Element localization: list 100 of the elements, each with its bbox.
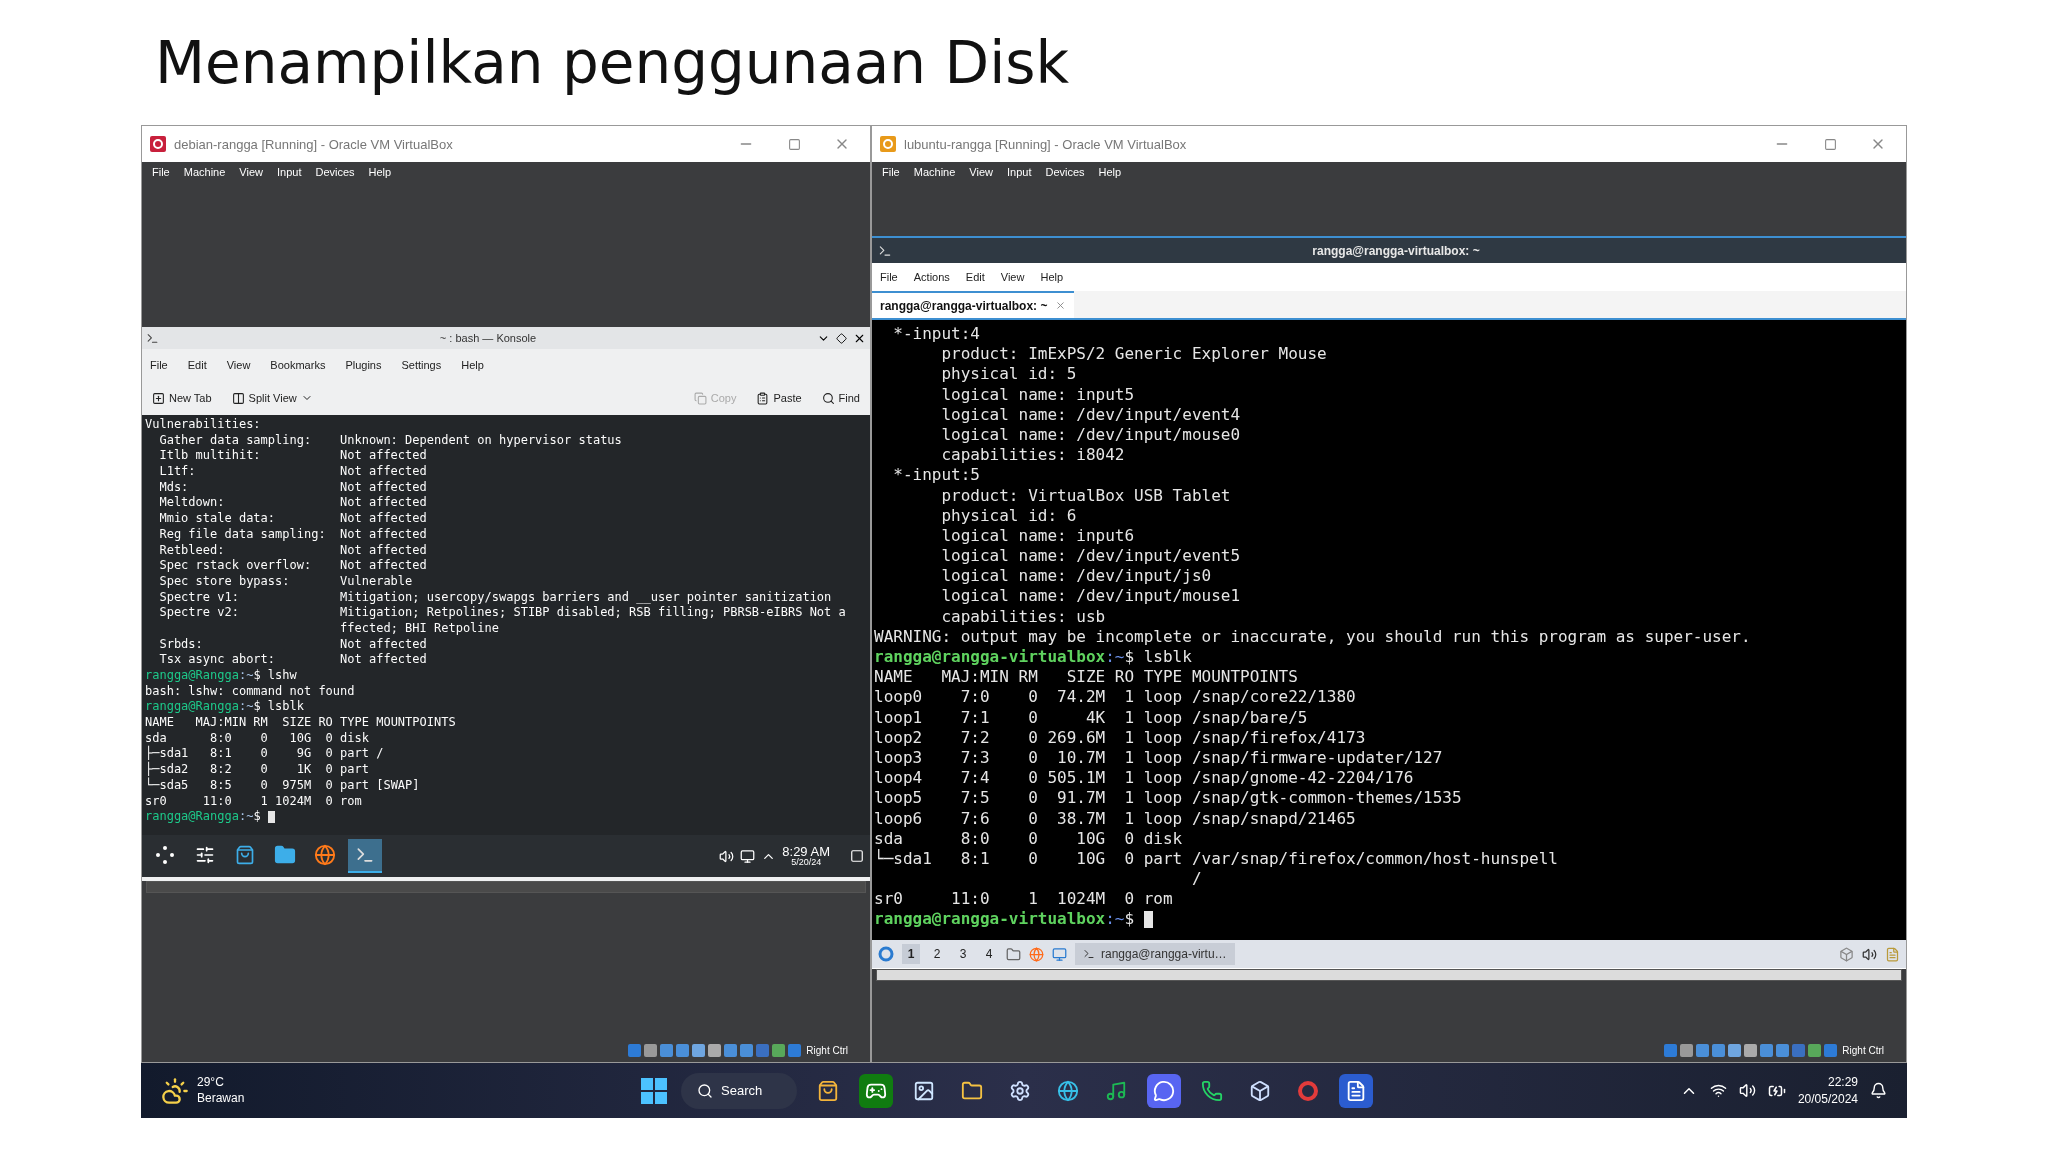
menu-item[interactable]: View [969,166,993,178]
terminal-line: sr0 11:0 1 1024M 0 rom [874,889,1173,910]
columns-icon [231,391,245,405]
diamond-icon[interactable] [836,332,847,344]
prompt-path: :~ [238,809,254,825]
terminal-line: └─sda1 8:1 0 10G 0 part /var/snap/firefox/common/host-hunspell [874,848,1558,870]
terminal-value: Mitigation; Retpolines; STIBP disabled; RSB filling; PBRSB-eIBRS Not a [340,605,846,621]
terminal-line: capabilities: i8042 [940,445,1125,466]
command-text: $ lshw [253,668,297,684]
weather-text: Berawan [197,1090,245,1107]
task-button[interactable]: rangga@rangga-virtu… [1075,943,1235,965]
workspace-button[interactable]: 2 [928,944,946,964]
menu-item[interactable]: Input [1006,166,1032,178]
terminal-value: Not affected [340,652,427,668]
window-title: ~ : bash — Konsole [438,332,538,344]
menu-item[interactable]: Input [276,166,302,178]
notification-icon[interactable] [1870,1082,1887,1099]
menu-item[interactable]: View [226,359,251,371]
workspace-button[interactable]: 1 [902,944,920,964]
menu-item[interactable]: Help [368,166,392,178]
terminal-line: logical name: /dev/input/event5 [940,546,1241,567]
terminal-label: Meltdown: [159,495,226,512]
menu-item[interactable]: View [1000,271,1025,283]
menu-item[interactable]: Help [1040,271,1064,283]
toolbar-button[interactable]: New Tab [150,389,214,407]
menu-item[interactable]: Devices [315,166,355,178]
terminal-label: Spectre v1: [159,589,240,606]
terminal-line: loop2 7:2 0 269.6M 1 loop /snap/firefox/4173 [874,727,1366,748]
menu-item[interactable]: Machine [183,166,226,178]
gamepad-icon[interactable] [859,1073,893,1108]
terminal-label: Spectre v2: [159,605,240,621]
menu-item[interactable]: File [880,271,898,283]
terminal-label: Srbds: [159,636,204,653]
document-icon[interactable] [1339,1073,1373,1108]
volume-icon[interactable] [1862,946,1877,962]
terminal-line: ├─sda1 8:1 0 9G 0 part / [145,746,384,762]
package-icon[interactable] [1839,946,1854,962]
terminal-line: logical name: /dev/input/mouse1 [940,586,1241,607]
host-key-label: Right Ctrl [806,1044,848,1056]
menu-item[interactable]: Devices [1045,166,1085,178]
menu-item[interactable]: Bookmarks [270,359,326,371]
terminal-value: Not affected [340,526,427,543]
workspace-button[interactable]: 4 [980,944,998,964]
host-key-label: Right Ctrl [1842,1044,1884,1056]
desktop-icon[interactable] [850,849,864,863]
start-icon[interactable] [641,1077,667,1104]
terminal-label: Itlb multihit: [159,448,262,465]
terminal-line: physical id: 6 [940,505,1077,526]
terminal-label: Retbleed: [159,542,226,559]
terminal-line: sda 8:0 0 10G 0 disk [145,730,369,745]
menu-item[interactable]: Actions [913,271,950,283]
terminal-line: logical name: /dev/input/mouse0 [940,424,1241,446]
terminal-line: product: ImExPS/2 Generic Explorer Mouse [940,344,1327,365]
menu-item[interactable]: Machine [913,166,956,178]
chat-icon[interactable] [1147,1073,1181,1108]
volume-icon[interactable] [719,848,735,864]
menu-item[interactable]: Settings [401,359,442,371]
toolbar-button[interactable]: Paste [754,389,804,407]
terminal-value: Not affected [340,479,427,496]
scrollbar[interactable] [876,969,1902,981]
terminal-line: / [1190,869,1202,890]
menu-item[interactable]: Edit [965,271,985,283]
swirl-icon[interactable] [878,946,894,962]
scrollbar[interactable] [146,881,866,893]
clock-date: 20/05/2024 [1797,1090,1858,1107]
terminal-line: └─sda5 8:5 0 975M 0 part [SWAP] [145,777,420,794]
display-icon[interactable] [740,848,756,864]
terminal-tab[interactable]: rangga@rangga-virtualbox: ~ [872,291,1075,318]
menu-item[interactable]: File [152,166,170,178]
menu-item[interactable]: Edit [187,359,207,371]
menu-item[interactable]: File [882,166,900,178]
menu-item[interactable]: File [150,359,168,371]
clock-time: 8:29 AM [782,845,830,858]
terminal-label: Reg file data sampling: [159,526,327,543]
terminal-line: logical name: input6 [940,525,1135,547]
search-button[interactable]: Search [681,1072,797,1109]
command-text: $ [1124,909,1135,930]
window-title: debian-rangga [Running] - Oracle VM VirtualBox [174,136,454,152]
app-icon [880,136,896,152]
folder-icon[interactable] [1006,946,1021,962]
menu-item[interactable]: View [239,166,263,178]
terminal-value: Not affected [340,448,427,465]
terminal-line: NAME MAJ:MIN RM SIZE RO TYPE MOUNTPOINTS [145,715,456,731]
menu-item[interactable]: Help [461,359,484,371]
prompt-path: :~ [238,668,254,684]
wifi-icon[interactable] [1709,1082,1727,1099]
volume-icon[interactable] [1738,1082,1756,1099]
workspace-button[interactable]: 3 [954,944,972,964]
toolbar-button[interactable]: Find [819,389,862,407]
terminal-line: ├─sda2 8:2 0 1K 0 part [145,762,369,778]
terminal-line: bash: lshw: command not found [145,683,355,700]
toolbar-button[interactable]: Split View [229,389,315,407]
menu-item[interactable]: Help [1098,166,1122,178]
terminal-icon[interactable] [348,839,382,873]
terminal-line: loop6 7:6 0 38.7M 1 loop /snap/snapd/21465 [874,808,1356,829]
prompt-user: rangga@rangga-virtualbox [874,909,1106,930]
command-text: $ [253,809,261,825]
terminal-value: Not affected [340,511,427,527]
menu-item[interactable]: Plugins [345,359,382,371]
weather-icon[interactable] [161,1076,189,1105]
